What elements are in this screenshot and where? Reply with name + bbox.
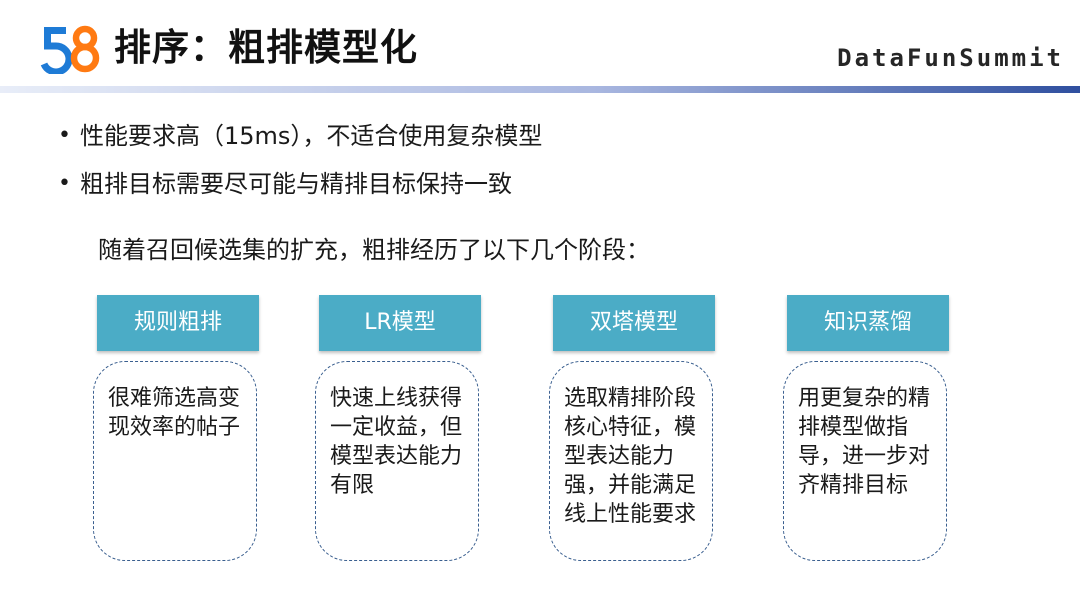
- stage-title: 知识蒸馏: [787, 295, 949, 351]
- stage-description: 选取精排阶段核心特征，模型表达能力强，并能满足线上性能要求: [549, 361, 713, 561]
- bullet-text: 性能要求高（15ms），不适合使用复杂模型: [80, 122, 543, 150]
- stage-title: LR模型: [319, 295, 481, 351]
- stages-intro: 随着召回候选集的扩充，粗排经历了以下几个阶段：: [98, 236, 650, 264]
- stage-rule-based: 规则粗排 很难筛选高变现效率的帖子: [93, 295, 259, 561]
- stage-knowledge-distillation: 知识蒸馏 用更复杂的精排模型做指导，进一步对齐精排目标: [783, 295, 949, 561]
- bullet-marker: •: [58, 123, 71, 148]
- datafun-summit-brand: DataFunSummit: [837, 44, 1064, 72]
- stage-title: 规则粗排: [97, 295, 259, 351]
- stage-description: 用更复杂的精排模型做指导，进一步对齐精排目标: [783, 361, 947, 561]
- stage-lr-model: LR模型 快速上线获得一定收益，但模型表达能力有限: [315, 295, 481, 561]
- bullet-marker: •: [58, 171, 71, 196]
- header-divider: [0, 86, 1080, 93]
- 58-logo: 58: [40, 25, 100, 74]
- page-title: 排序：粗排模型化: [114, 26, 418, 69]
- bullet-text: 粗排目标需要尽可能与精排目标保持一致: [80, 170, 512, 198]
- bullet-list: • 性能要求高（15ms），不适合使用复杂模型 • 粗排目标需要尽可能与精排目标…: [58, 112, 542, 208]
- stage-two-tower-model: 双塔模型 选取精排阶段核心特征，模型表达能力强，并能满足线上性能要求: [549, 295, 715, 561]
- stage-title: 双塔模型: [553, 295, 715, 351]
- stage-description: 很难筛选高变现效率的帖子: [93, 361, 257, 561]
- stage-description: 快速上线获得一定收益，但模型表达能力有限: [315, 361, 479, 561]
- bullet-item: • 粗排目标需要尽可能与精排目标保持一致: [58, 160, 542, 208]
- bullet-item: • 性能要求高（15ms），不适合使用复杂模型: [58, 112, 542, 160]
